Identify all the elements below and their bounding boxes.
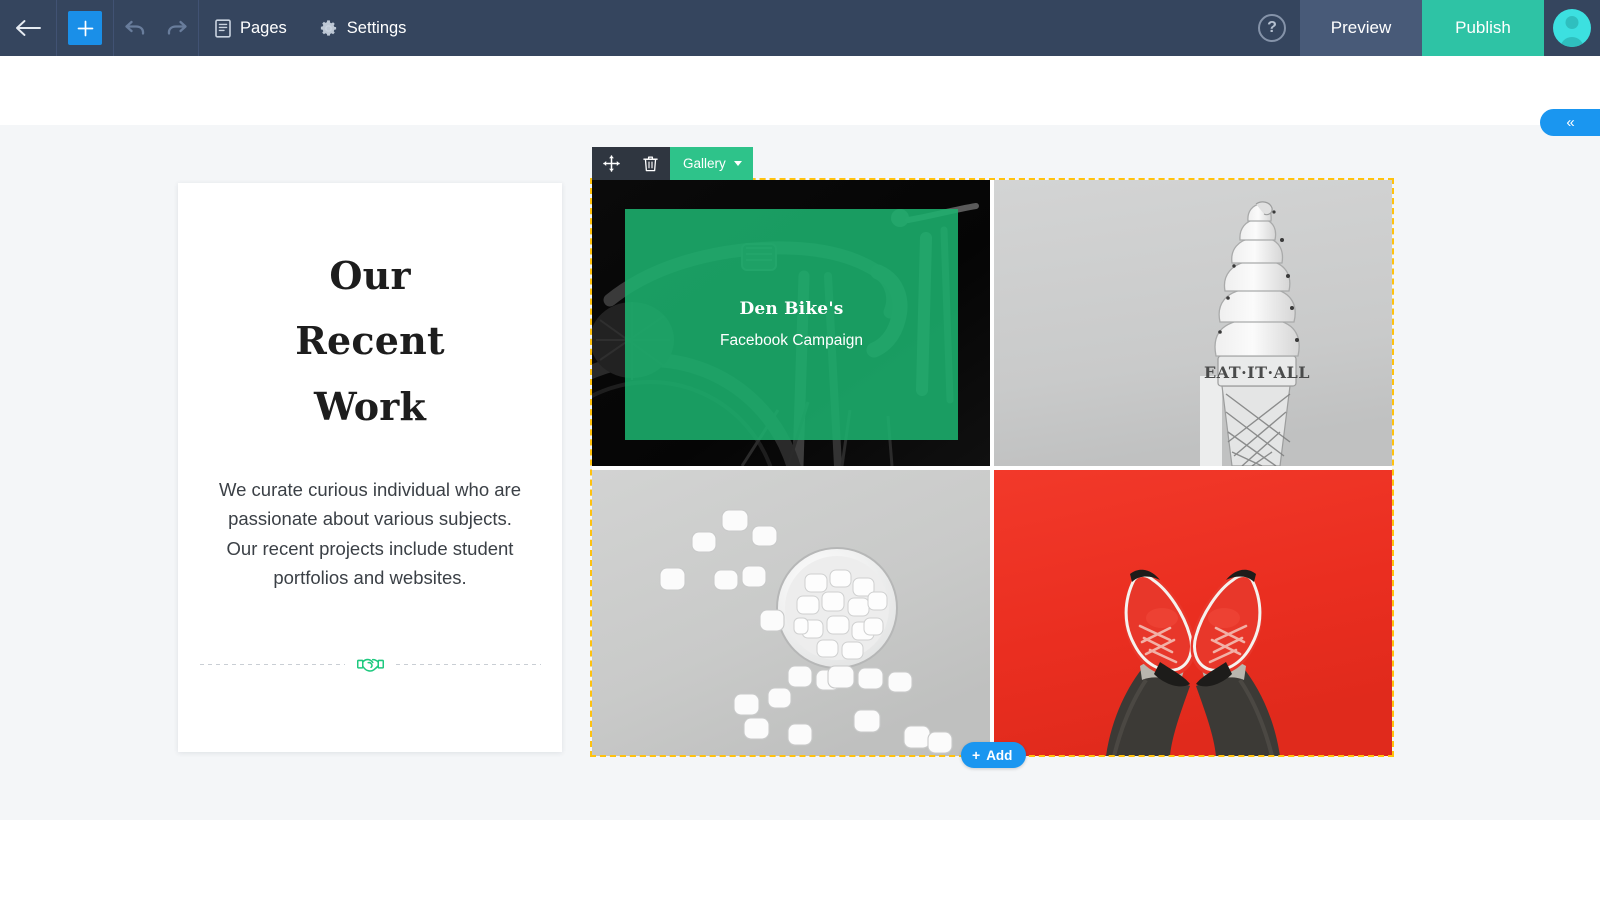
gallery-grid[interactable]: Den Bike's Facebook Campaign EAT·IT·ALL xyxy=(590,178,1394,757)
gear-icon xyxy=(319,19,338,38)
divider xyxy=(199,654,541,675)
divider-line-right xyxy=(395,663,541,665)
add-gallery-item-button[interactable]: + Add xyxy=(961,742,1027,768)
back-button[interactable] xyxy=(0,0,56,56)
editor-toolbar: Pages Settings ? Preview Publish xyxy=(0,0,1600,56)
gallery-block-type-label: Gallery xyxy=(683,156,726,171)
undo-button[interactable] xyxy=(114,0,156,56)
account-avatar-button[interactable] xyxy=(1544,0,1600,56)
user-avatar-icon xyxy=(1553,9,1591,47)
menu-item-settings[interactable]: Settings xyxy=(303,0,423,56)
add-block-button[interactable] xyxy=(57,0,113,56)
undo-redo-group xyxy=(114,0,198,56)
gallery-block: Gallery Den Bike's Facebook Campaign EAT… xyxy=(590,147,1394,768)
canvas-top-white-band xyxy=(0,56,1600,125)
toolbar-left-group: Pages Settings xyxy=(0,0,422,56)
handshake-icon xyxy=(356,654,384,675)
move-block-button[interactable] xyxy=(592,147,631,180)
ice-cream-photo: EAT·IT·ALL xyxy=(994,180,1392,466)
page-title: Our Recent Work xyxy=(295,253,445,429)
page-canvas: « Our Recent Work We curate curious indi… xyxy=(0,56,1600,912)
gallery-block-type-dropdown[interactable]: Gallery xyxy=(670,147,753,180)
page-body-text: We curate curious individual who are pas… xyxy=(219,479,521,588)
menu-item-pages-label: Pages xyxy=(240,18,287,37)
chevron-down-icon xyxy=(733,161,742,166)
red-sneakers-photo xyxy=(994,470,1392,756)
undo-arrow-icon xyxy=(124,18,146,38)
gallery-tile-bike[interactable]: Den Bike's Facebook Campaign xyxy=(592,180,990,466)
gallery-tile-ice-cream[interactable]: EAT·IT·ALL xyxy=(994,180,1392,466)
divider-line-left xyxy=(199,663,345,665)
arrow-left-icon xyxy=(15,19,41,37)
publish-button[interactable]: Publish xyxy=(1422,0,1544,56)
question-mark-circle-icon: ? xyxy=(1258,14,1286,42)
gallery-block-toolbar: Gallery xyxy=(592,147,753,180)
help-button[interactable]: ? xyxy=(1244,0,1300,56)
menu-item-pages[interactable]: Pages xyxy=(199,0,303,56)
pages-document-icon xyxy=(215,18,231,38)
chevron-double-left-icon: « xyxy=(1566,114,1574,131)
text-card-inner: Our Recent Work We curate curious indivi… xyxy=(178,183,562,675)
trash-can-icon xyxy=(643,155,658,172)
move-arrows-icon xyxy=(603,155,620,172)
help-label: ? xyxy=(1267,18,1277,36)
overlay-title: Den Bike's xyxy=(739,299,844,319)
recent-work-text-card[interactable]: Our Recent Work We curate curious indivi… xyxy=(178,183,562,752)
add-gallery-item-label: Add xyxy=(986,747,1013,763)
gallery-toolbar-actions xyxy=(592,147,670,180)
collapse-panel-tab[interactable]: « xyxy=(1540,109,1600,136)
redo-arrow-icon xyxy=(166,18,188,38)
gallery-tile-sneakers[interactable] xyxy=(994,470,1392,756)
svg-text:EAT·IT·ALL: EAT·IT·ALL xyxy=(1204,363,1310,382)
publish-button-label: Publish xyxy=(1455,18,1511,37)
plus-icon xyxy=(68,11,102,45)
menu-item-settings-label: Settings xyxy=(346,18,407,37)
plus-icon: + xyxy=(972,747,981,763)
marshmallows-photo xyxy=(592,470,990,756)
tile-overlay: Den Bike's Facebook Campaign xyxy=(625,209,958,440)
preview-button-label: Preview xyxy=(1330,18,1392,37)
overlay-subtitle: Facebook Campaign xyxy=(719,332,864,349)
redo-button[interactable] xyxy=(156,0,198,56)
canvas-bottom-white-band xyxy=(0,820,1600,912)
gallery-tile-marshmallows[interactable] xyxy=(592,470,990,756)
preview-button[interactable]: Preview xyxy=(1300,0,1422,56)
delete-block-button[interactable] xyxy=(631,147,670,180)
